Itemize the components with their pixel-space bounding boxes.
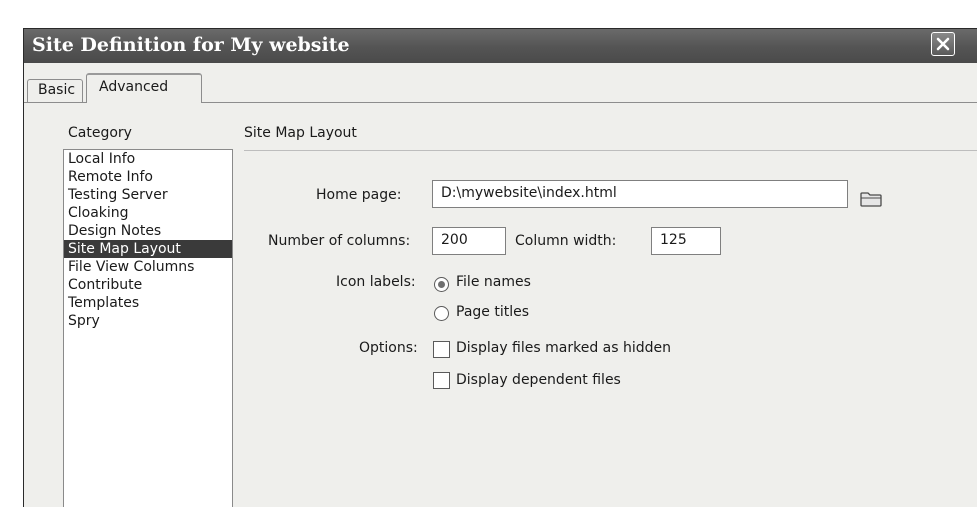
dialog-title: Site Definition for My website <box>32 34 350 56</box>
tab-advanced-label: Advanced <box>99 79 169 95</box>
display-hidden-files-checkbox[interactable] <box>433 341 450 358</box>
home-page-label: Home page: <box>316 187 402 203</box>
page-titles-label[interactable]: Page titles <box>456 304 529 320</box>
column-width-label: Column width: <box>515 233 617 249</box>
category-item-site-map-layout[interactable]: Site Map Layout <box>64 240 232 258</box>
category-item-templates[interactable]: Templates <box>64 294 232 312</box>
category-item-testing-server[interactable]: Testing Server <box>64 186 232 204</box>
category-item-remote-info[interactable]: Remote Info <box>64 168 232 186</box>
category-item-contribute[interactable]: Contribute <box>64 276 232 294</box>
category-item-design-notes[interactable]: Design Notes <box>64 222 232 240</box>
tab-basic-label: Basic <box>38 82 76 98</box>
display-dependent-files-checkbox[interactable] <box>433 372 450 389</box>
options-label: Options: <box>359 340 418 356</box>
column-width-input[interactable]: 125 <box>651 227 721 255</box>
category-item-cloaking[interactable]: Cloaking <box>64 204 232 222</box>
close-icon <box>936 37 950 51</box>
site-definition-dialog: Site Definition for My website Basic Adv… <box>23 28 977 507</box>
number-of-columns-label: Number of columns: <box>268 233 411 249</box>
category-item-spry[interactable]: Spry <box>64 312 232 330</box>
tab-basic[interactable]: Basic <box>27 79 83 103</box>
section-divider <box>244 150 977 151</box>
category-heading: Category <box>68 125 132 141</box>
category-list[interactable]: Local Info Remote Info Testing Server Cl… <box>63 149 233 507</box>
number-of-columns-input[interactable]: 200 <box>432 227 506 255</box>
icon-labels-label: Icon labels: <box>336 274 416 290</box>
tab-advanced[interactable]: Advanced <box>86 73 202 103</box>
file-names-radio[interactable] <box>434 277 449 292</box>
folder-icon[interactable] <box>859 190 883 208</box>
section-title: Site Map Layout <box>244 125 357 141</box>
category-item-file-view-columns[interactable]: File View Columns <box>64 258 232 276</box>
page-titles-radio[interactable] <box>434 306 449 321</box>
display-dependent-files-label[interactable]: Display dependent files <box>456 372 621 388</box>
file-names-label[interactable]: File names <box>456 274 531 290</box>
title-bar[interactable]: Site Definition for My website <box>24 29 977 63</box>
display-hidden-files-label[interactable]: Display files marked as hidden <box>456 340 671 356</box>
category-item-local-info[interactable]: Local Info <box>64 150 232 168</box>
home-page-input[interactable]: D:\mywebsite\index.html <box>432 180 848 208</box>
close-button[interactable] <box>931 32 955 56</box>
